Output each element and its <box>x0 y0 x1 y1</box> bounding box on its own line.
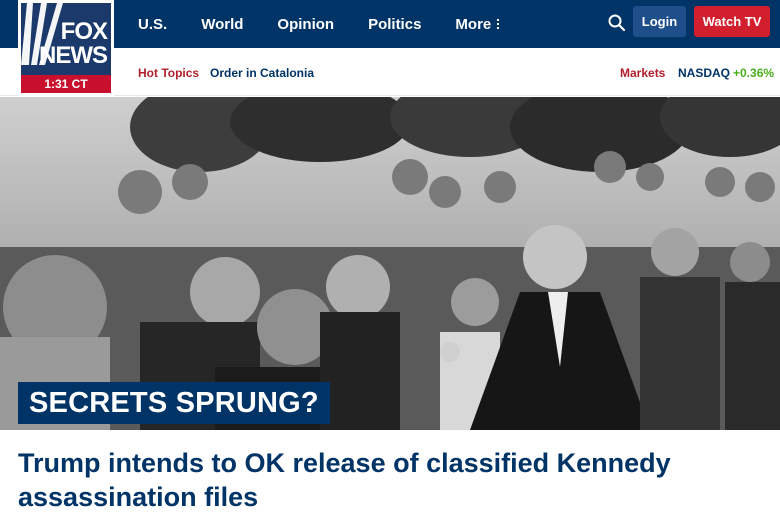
hero-image[interactable]: SECRETS SPRUNG? <box>0 97 780 430</box>
nav-item-more[interactable]: More <box>455 15 500 33</box>
logo-word-news: NEWS <box>39 42 108 69</box>
main-nav: U.S. World Opinion Politics More <box>138 0 533 48</box>
search-button[interactable] <box>606 12 628 34</box>
nasdaq-change: +0.36% <box>733 66 775 80</box>
hot-topics-label: Hot Topics <box>138 66 200 80</box>
article-headline[interactable]: Trump intends to OK release of classifie… <box>18 446 758 514</box>
nav-item-world[interactable]: World <box>201 16 243 33</box>
logo-word-fox: FOX <box>60 18 108 45</box>
nav-item-opinion[interactable]: Opinion <box>277 16 334 33</box>
watch-tv-button[interactable]: Watch TV <box>694 6 770 37</box>
secondary-nav-bar: Hot Topics Order in Catalonia Markets NA… <box>0 48 780 96</box>
hot-topic-link[interactable]: Order in Catalonia <box>210 66 314 80</box>
nav-item-us[interactable]: U.S. <box>138 16 167 33</box>
hero-photo-illustration <box>0 97 780 430</box>
hero-kicker[interactable]: SECRETS SPRUNG? <box>18 382 330 424</box>
login-button[interactable]: Login <box>633 6 686 37</box>
markets-link[interactable]: Markets <box>620 66 665 80</box>
logo-clock: 1:31 CT <box>21 75 111 93</box>
more-vertical-icon <box>497 19 500 29</box>
search-icon <box>608 14 626 32</box>
nasdaq-label: NASDAQ <box>678 66 731 80</box>
top-navigation-bar: U.S. World Opinion Politics More Login W… <box>0 0 780 48</box>
nav-item-politics[interactable]: Politics <box>368 16 421 33</box>
fox-news-logo[interactable]: FOX NEWS 1:31 CT <box>18 0 114 96</box>
more-label: More <box>455 15 492 33</box>
